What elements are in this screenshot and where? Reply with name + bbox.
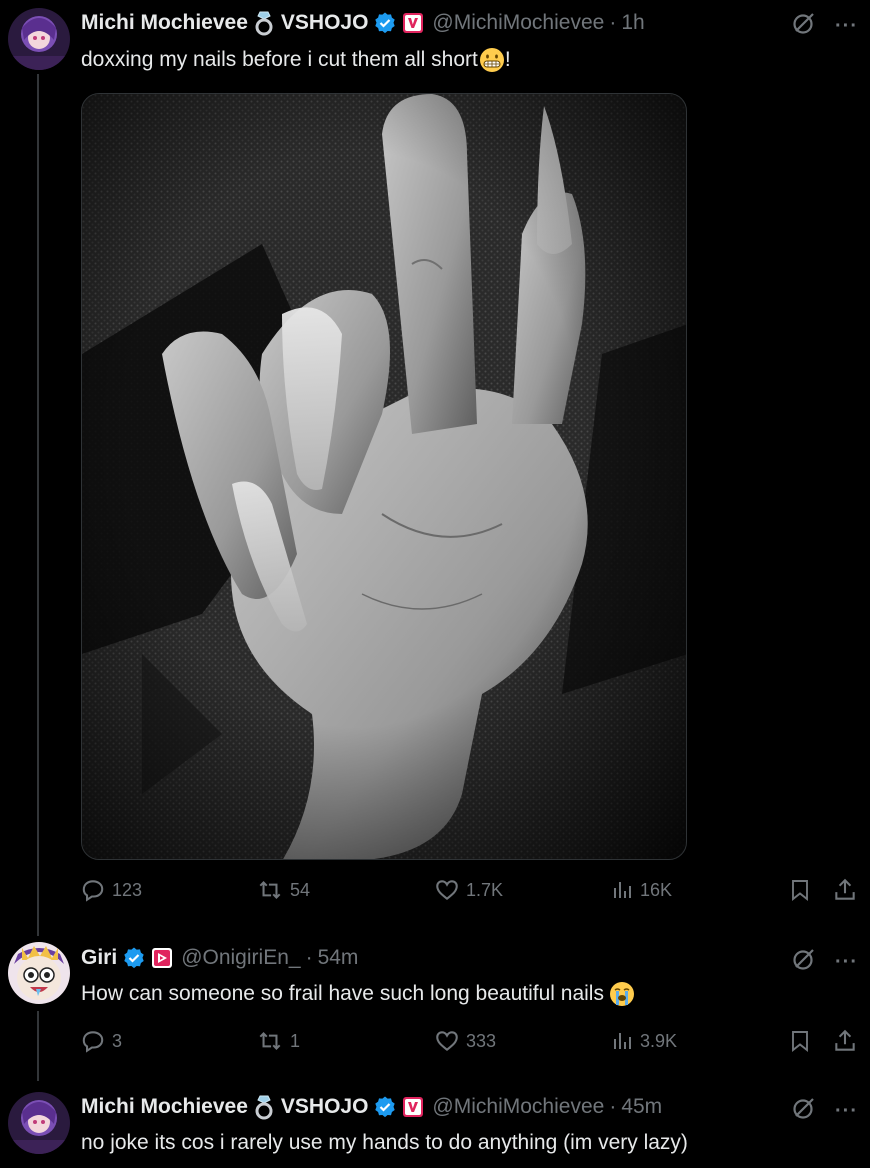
verified-badge-icon xyxy=(122,946,146,970)
tweet-photo[interactable] xyxy=(81,93,687,860)
heart-icon xyxy=(436,880,458,900)
view-count: 16K xyxy=(640,879,673,900)
reply-count: 123 xyxy=(112,879,143,900)
tweet-actions: 123 54 1.7K 16K xyxy=(80,877,860,907)
view-count: 3.9K xyxy=(640,1030,678,1051)
like-count: 1.7K xyxy=(466,879,504,900)
repost-button[interactable]: 54 xyxy=(256,877,310,903)
tweet-text-suffix: ! xyxy=(504,48,511,71)
tweet-header-actions: ··· xyxy=(791,10,858,41)
avatar[interactable] xyxy=(8,8,70,70)
handle[interactable]: @MichiMochievee xyxy=(432,1095,604,1119)
more-options-icon[interactable]: ··· xyxy=(835,952,858,972)
bookmark-icon xyxy=(792,880,808,901)
handle[interactable]: @MichiMochievee xyxy=(432,11,604,35)
reply-count: 3 xyxy=(112,1030,123,1051)
reply-button[interactable]: 3 xyxy=(80,1028,122,1054)
tweet-text: no joke its cos i rarely use my hands to… xyxy=(81,1129,688,1157)
separator-dot: · xyxy=(609,11,617,34)
display-name[interactable]: Michi Mochievee xyxy=(81,11,248,35)
timestamp[interactable]: 54m xyxy=(318,946,359,970)
repost-icon xyxy=(259,881,281,899)
analytics-icon xyxy=(614,1033,631,1049)
heart-icon xyxy=(436,1031,458,1051)
thread-line xyxy=(37,74,39,936)
analytics-icon xyxy=(614,882,631,898)
share-button[interactable] xyxy=(832,877,858,903)
tweet-text-body: no joke its cos i rarely use my hands to… xyxy=(81,1131,688,1154)
verified-badge-icon xyxy=(373,1095,397,1119)
repost-button[interactable]: 1 xyxy=(256,1028,300,1054)
timestamp[interactable]: 1h xyxy=(621,11,644,35)
grok-icon[interactable] xyxy=(791,946,817,977)
display-name[interactable]: Giri xyxy=(81,946,117,970)
loudly-crying-face-emoji-icon xyxy=(609,981,635,1007)
bookmark-button[interactable] xyxy=(788,1028,812,1054)
bookmark-icon xyxy=(792,1031,808,1052)
timestamp[interactable]: 45m xyxy=(621,1095,662,1119)
avatar[interactable] xyxy=(8,942,70,1004)
tweet-header: Michi Mochievee VSHOJO @MichiMochievee ·… xyxy=(81,10,645,36)
tweet-header: Giri @OnigiriEn_ · 54m xyxy=(81,945,358,971)
tweet-1[interactable]: Michi Mochievee VSHOJO @MichiMochievee ·… xyxy=(0,0,870,936)
display-name[interactable]: Michi Mochievee xyxy=(81,1095,248,1119)
more-options-icon[interactable]: ··· xyxy=(835,16,858,36)
share-button[interactable] xyxy=(832,1028,858,1054)
tweet-text-body: How can someone so frail have such long … xyxy=(81,982,604,1005)
tweet-header: Michi Mochievee VSHOJO @MichiMochievee ·… xyxy=(81,1094,662,1120)
separator-dot: · xyxy=(305,946,313,969)
grok-icon[interactable] xyxy=(791,10,817,41)
tweet-text-body: doxxing my nails before i cut them all s… xyxy=(81,48,478,71)
more-options-icon[interactable]: ··· xyxy=(835,1101,858,1121)
org-name: VSHOJO xyxy=(280,11,369,34)
separator-dot: · xyxy=(609,1095,617,1118)
like-count: 333 xyxy=(466,1030,497,1051)
vshojo-badge-icon xyxy=(402,1096,424,1118)
verified-badge-icon xyxy=(373,11,397,35)
ring-emoji-icon xyxy=(253,10,275,36)
tweet-actions: 3 1 333 3.9K xyxy=(80,1028,860,1058)
tweet-3[interactable]: Michi Mochievee VSHOJO @MichiMochievee ·… xyxy=(0,1084,870,1168)
views-button[interactable]: 3.9K xyxy=(610,1028,677,1054)
ring-emoji-icon xyxy=(253,1094,275,1120)
views-button[interactable]: 16K xyxy=(610,877,672,903)
tweet-2[interactable]: Giri @OnigiriEn_ · 54m ··· How can someo… xyxy=(0,935,870,1081)
grok-icon[interactable] xyxy=(791,1095,817,1126)
repost-count: 1 xyxy=(290,1030,301,1051)
tweet-text: doxxing my nails before i cut them all s… xyxy=(81,46,511,74)
reply-icon xyxy=(82,880,104,902)
vshojo-badge-icon xyxy=(402,12,424,34)
like-button[interactable]: 1.7K xyxy=(434,877,503,903)
tweet-header-actions: ··· xyxy=(791,1095,858,1126)
thread-line xyxy=(37,1011,39,1081)
handle[interactable]: @OnigiriEn_ xyxy=(181,946,300,970)
share-icon xyxy=(835,1029,855,1051)
reply-icon xyxy=(82,1031,104,1053)
repost-icon xyxy=(259,1032,281,1050)
like-button[interactable]: 333 xyxy=(434,1028,496,1054)
share-icon xyxy=(835,878,855,900)
grimacing-face-emoji-icon xyxy=(479,47,505,73)
tweet-text: How can someone so frail have such long … xyxy=(81,980,635,1008)
bookmark-button[interactable] xyxy=(788,877,812,903)
repost-count: 54 xyxy=(290,879,311,900)
avatar[interactable] xyxy=(8,1092,70,1154)
affiliate-badge-icon xyxy=(151,947,173,969)
tweet-header-actions: ··· xyxy=(791,946,858,977)
reply-button[interactable]: 123 xyxy=(80,877,142,903)
org-name: VSHOJO xyxy=(280,1095,369,1118)
